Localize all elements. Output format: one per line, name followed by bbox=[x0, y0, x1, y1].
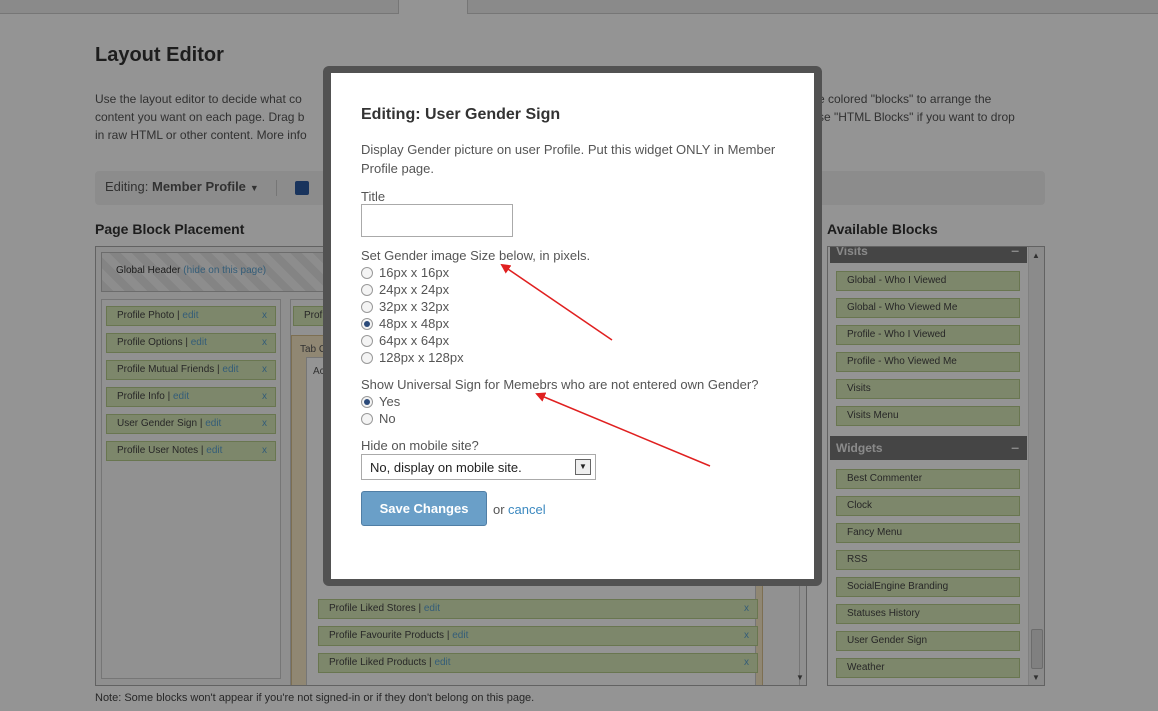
arrow-to-universal-label bbox=[535, 392, 711, 467]
annotation-arrows bbox=[500, 263, 711, 467]
arrow-to-size-label bbox=[500, 263, 613, 341]
